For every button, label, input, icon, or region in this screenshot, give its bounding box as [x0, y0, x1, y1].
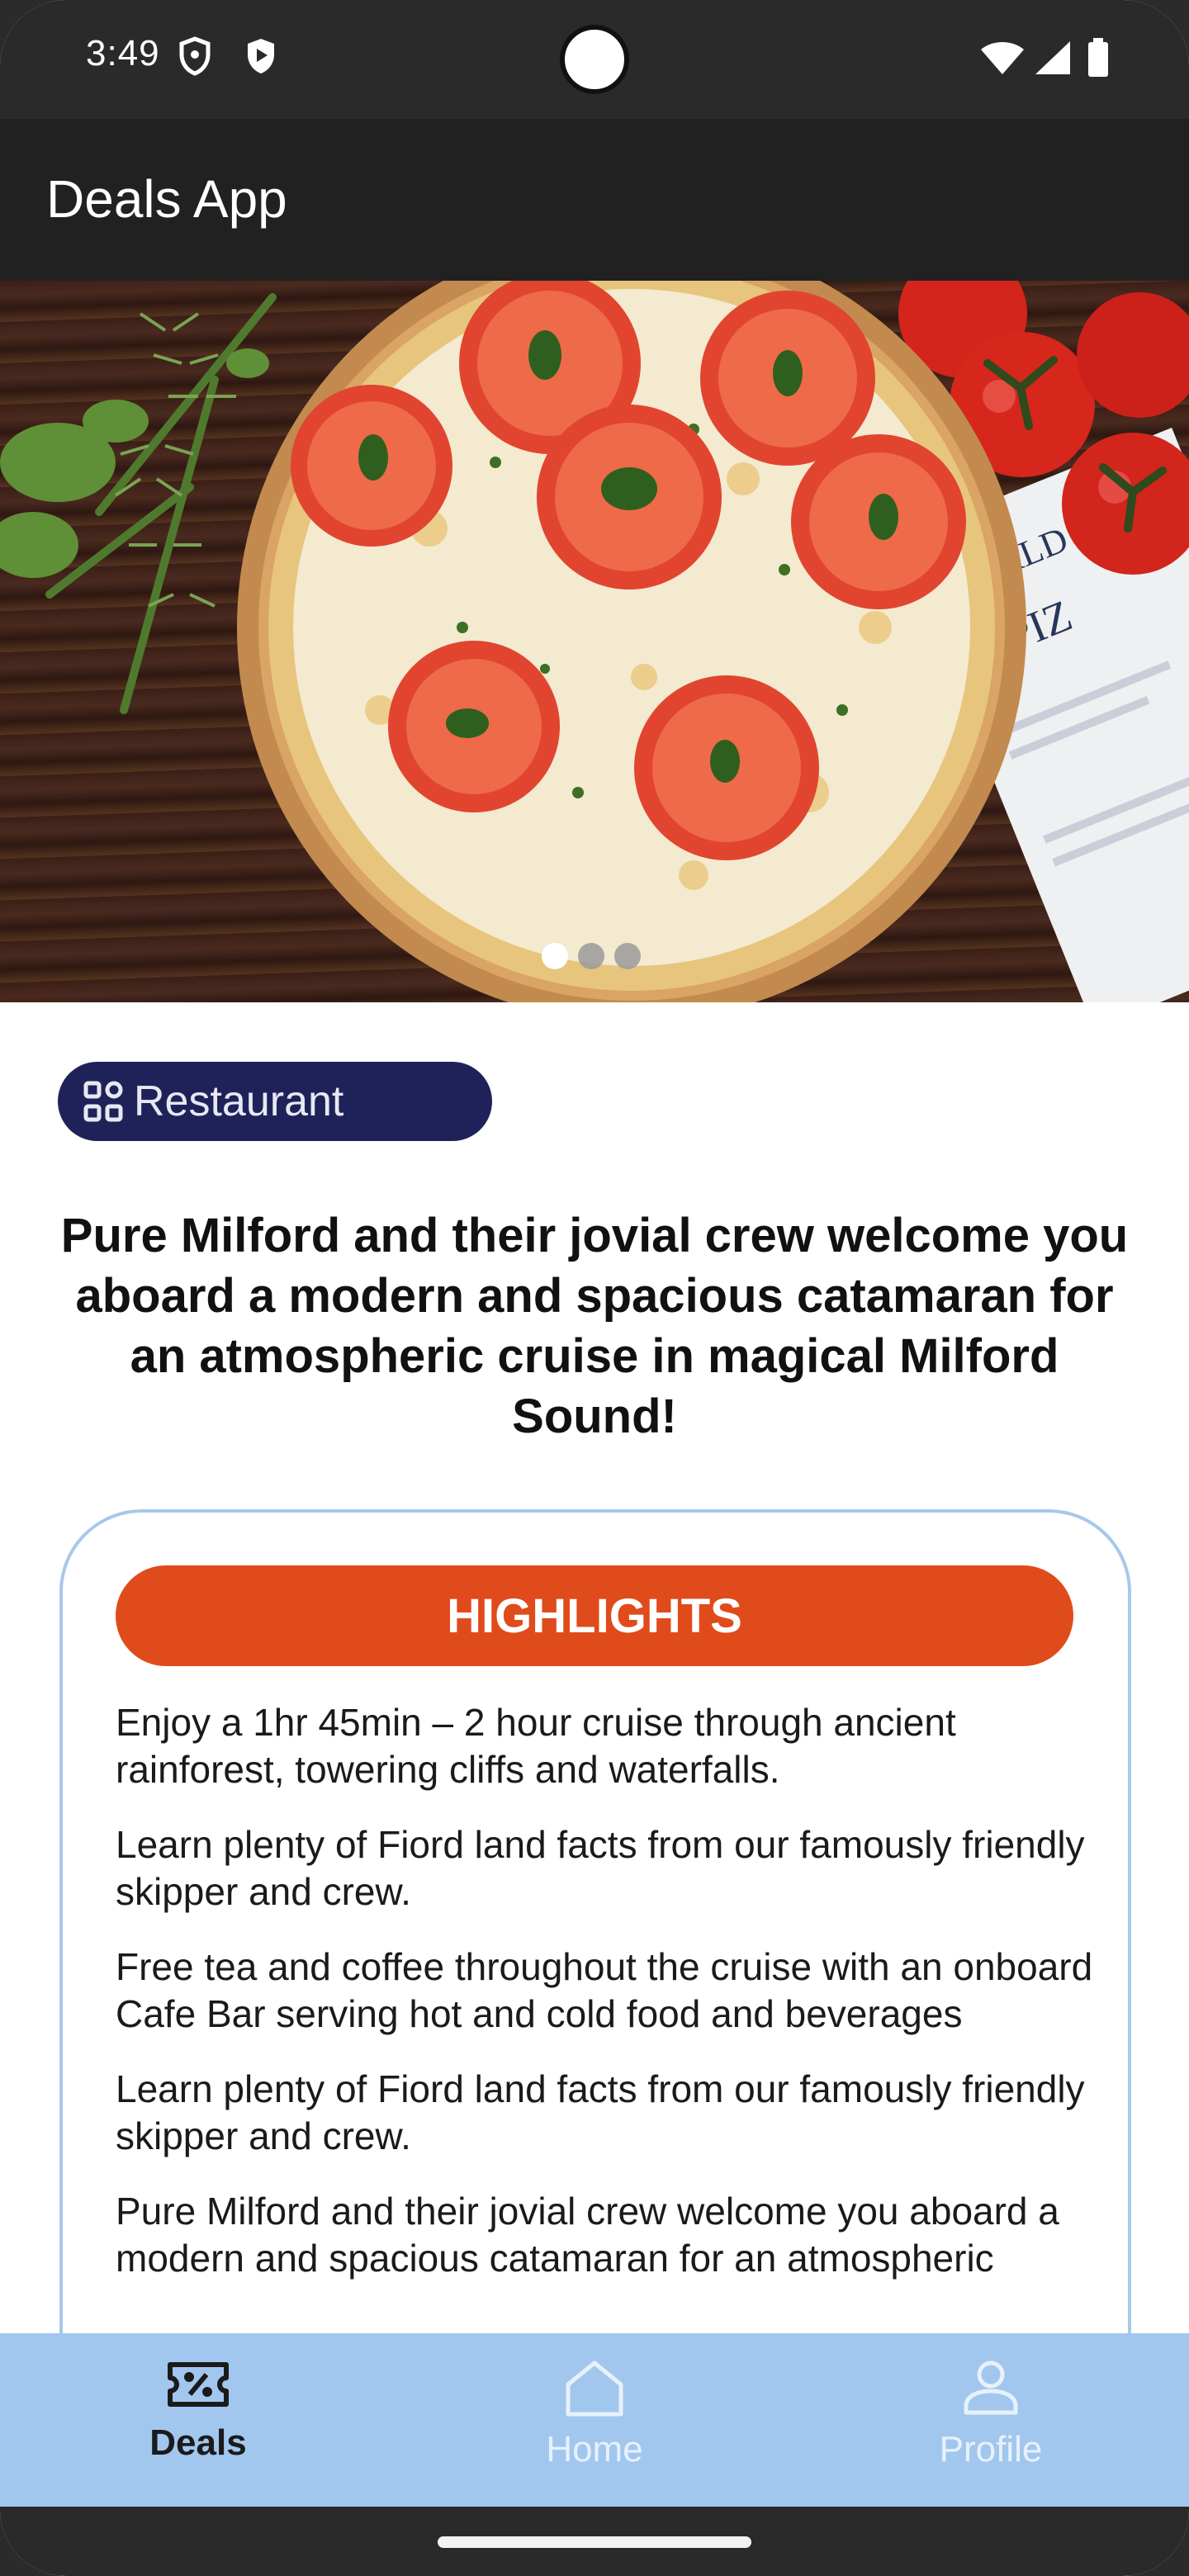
highlights-title: HIGHLIGHTS: [116, 1565, 1073, 1666]
highlight-item: Learn plenty of Fiord land facts from ou…: [116, 1823, 1085, 1913]
pizza-photo: WORLD FAMOUS PIZ: [0, 281, 1189, 1002]
battery-icon: [1087, 38, 1110, 82]
signal-icon: [1034, 40, 1072, 80]
home-icon: [566, 2361, 623, 2417]
carousel-dot[interactable]: [614, 943, 641, 969]
wifi-icon: [979, 40, 1026, 80]
bottom-navigation: Deals Home Profile: [0, 2333, 1189, 2507]
carousel-indicator: [542, 943, 641, 969]
gesture-handle[interactable]: [438, 2536, 751, 2548]
nav-label-home: Home: [546, 2429, 643, 2469]
app-title: Deals App: [46, 169, 287, 229]
highlights-list: Enjoy a 1hr 45min – 2 hour cruise throug…: [116, 1699, 1106, 2310]
highlight-item: Enjoy a 1hr 45min – 2 hour cruise throug…: [116, 1701, 956, 1791]
carousel-dot[interactable]: [542, 943, 568, 969]
status-bar: 3:49: [0, 0, 1189, 119]
person-icon: [964, 2361, 1018, 2415]
highlight-item: Learn plenty of Fiord land facts from ou…: [116, 2067, 1085, 2157]
nav-label-profile: Profile: [939, 2429, 1043, 2469]
highlight-item: Pure Milford and their jovial crew welco…: [116, 2190, 1059, 2280]
phone-screen: 3:49 Deals App PIZ Restaurant Pure Milfo…: [0, 0, 1189, 2576]
hero-carousel[interactable]: WORLD FAMOUS PIZ: [0, 281, 1189, 1002]
grid-icon: [83, 1080, 126, 1134]
status-time: 3:49: [86, 33, 160, 73]
nav-item-profile[interactable]: Profile: [793, 2333, 1189, 2507]
app-bar: Deals App: [0, 119, 1189, 281]
nav-item-deals[interactable]: Deals: [0, 2333, 396, 2507]
discount-ticket-icon: [168, 2362, 229, 2407]
category-chip[interactable]: Restaurant: [58, 1062, 492, 1141]
deal-headline: Pure Milford and their jovial crew welco…: [60, 1209, 1129, 1443]
shield-outline-icon: [178, 36, 211, 80]
nav-label-deals: Deals: [149, 2422, 247, 2463]
category-chip-label: Restaurant: [134, 1077, 344, 1125]
nav-item-home[interactable]: Home: [396, 2333, 793, 2507]
system-gesture-area: [0, 2507, 1189, 2576]
front-camera: [560, 25, 629, 94]
highlight-item: Free tea and coffee throughout the cruis…: [116, 1945, 1093, 2035]
carousel-dot[interactable]: [578, 943, 604, 969]
play-shield-icon: [244, 36, 277, 80]
